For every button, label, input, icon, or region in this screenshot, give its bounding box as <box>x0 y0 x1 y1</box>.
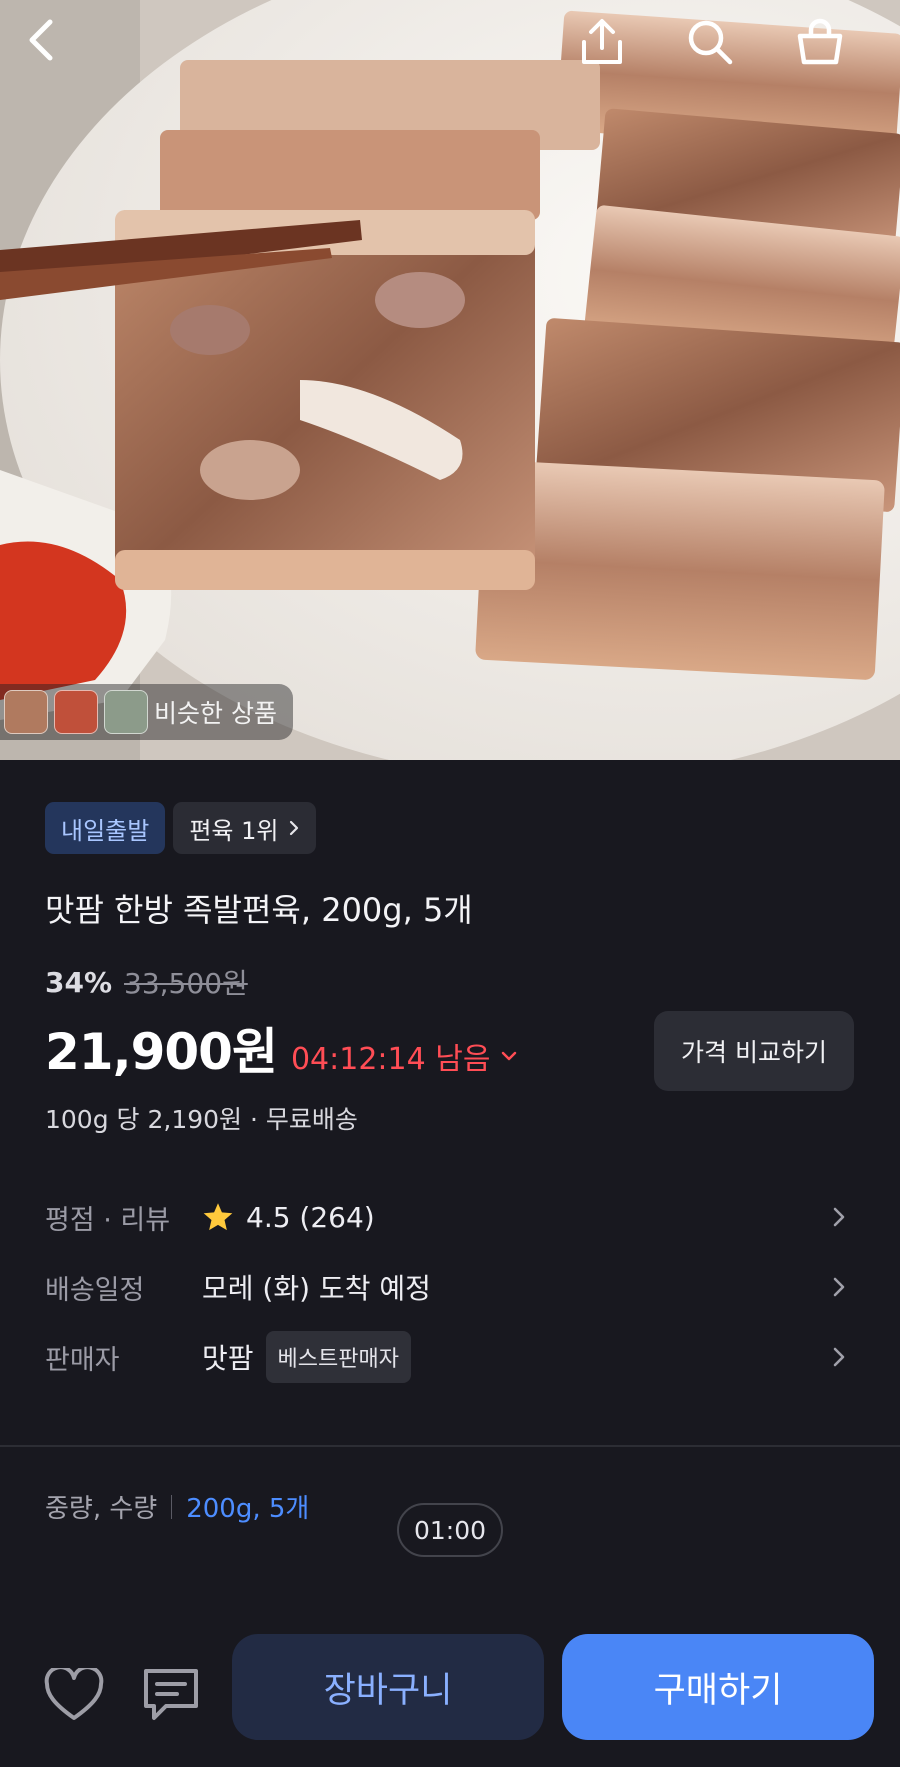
product-title: 맛팜 한방 족발편육, 200g, 5개 <box>45 891 473 929</box>
add-to-cart-button[interactable]: 장바구니 <box>232 1634 544 1740</box>
sale-price: 21,900원 <box>45 1023 278 1081</box>
price-row: 21,900원 04:12:14 남음 <box>45 1012 518 1084</box>
original-price: 33,500원 <box>124 967 248 1000</box>
similar-thumbnail <box>54 690 98 734</box>
unit-price: 100g 당 2,190원 · 무료배송 <box>45 1105 358 1134</box>
rating-review-row[interactable]: 평점 · 리뷰 4.5 (264) <box>45 1187 855 1247</box>
similar-products-button[interactable]: 비슷한 상품 <box>0 684 293 740</box>
add-to-cart-label: 장바구니 <box>323 1670 453 1711</box>
rating-value: 4.5 (264) <box>246 1200 375 1234</box>
bottom-action-bar: 장바구니 구매하기 <box>0 1620 900 1767</box>
discount-row: 34% 33,500원 <box>45 962 248 1002</box>
rating-review-label: 평점 · 리뷰 <box>45 1204 171 1236</box>
delivery-schedule-row[interactable]: 배송일정 모레 (화) 도착 예정 <box>45 1257 855 1317</box>
chevron-left-icon <box>29 19 53 61</box>
top-navigation <box>0 0 900 100</box>
inquiry-button[interactable] <box>136 1660 206 1730</box>
cart-button[interactable] <box>796 18 860 82</box>
chevron-right-icon <box>823 1271 855 1303</box>
chevron-right-icon <box>823 1341 855 1373</box>
wishlist-button[interactable] <box>39 1660 109 1730</box>
shopping-bag-icon <box>797 18 843 65</box>
chevron-down-icon <box>502 1051 517 1061</box>
delivery-schedule-value: 모레 (화) 도착 예정 <box>202 1272 431 1305</box>
search-button[interactable] <box>686 18 750 82</box>
time-overlay-pill: 01:00 <box>397 1503 503 1557</box>
price-compare-label: 가격 비교하기 <box>681 1038 827 1067</box>
buy-now-button[interactable]: 구매하기 <box>562 1634 874 1740</box>
deal-timer[interactable]: 04:12:14 남음 <box>291 1034 518 1078</box>
product-photo <box>0 0 900 760</box>
similar-thumbnail <box>4 690 48 734</box>
option-separator <box>171 1494 173 1519</box>
option-selector[interactable]: 중량, 수량 200g, 5개 <box>45 1488 309 1525</box>
chat-icon <box>144 1669 198 1720</box>
discount-percent: 34% <box>45 965 113 999</box>
search-icon <box>688 20 733 65</box>
seller-label: 판매자 <box>45 1344 120 1376</box>
time-overlay-text: 01:00 <box>413 1515 487 1545</box>
share-icon <box>582 19 622 64</box>
share-button[interactable] <box>580 18 644 82</box>
star-icon <box>203 1203 233 1231</box>
deal-timer-text: 04:12:14 남음 <box>290 1042 491 1077</box>
chevron-right-icon <box>823 1201 855 1233</box>
back-button[interactable] <box>24 18 88 82</box>
option-label: 중량, 수량 <box>45 1494 158 1524</box>
heart-icon <box>44 1668 104 1720</box>
buy-now-label: 구매하기 <box>653 1670 783 1711</box>
similar-products-label: 비슷한 상품 <box>154 699 277 728</box>
delivery-schedule-label: 배송일정 <box>45 1274 145 1306</box>
seller-row[interactable]: 판매자 맛팜 베스트판매자 <box>45 1327 855 1387</box>
product-image[interactable]: 비슷한 상품 <box>0 0 900 760</box>
section-divider <box>0 1445 900 1447</box>
similar-thumbnail <box>104 690 148 734</box>
best-seller-badge: 베스트판매자 <box>265 1331 411 1383</box>
seller-name: 맛팜 <box>202 1342 254 1375</box>
option-value: 200g, 5개 <box>186 1494 310 1524</box>
price-compare-button[interactable]: 가격 비교하기 <box>654 1011 854 1091</box>
chevron-right-icon <box>290 820 299 836</box>
